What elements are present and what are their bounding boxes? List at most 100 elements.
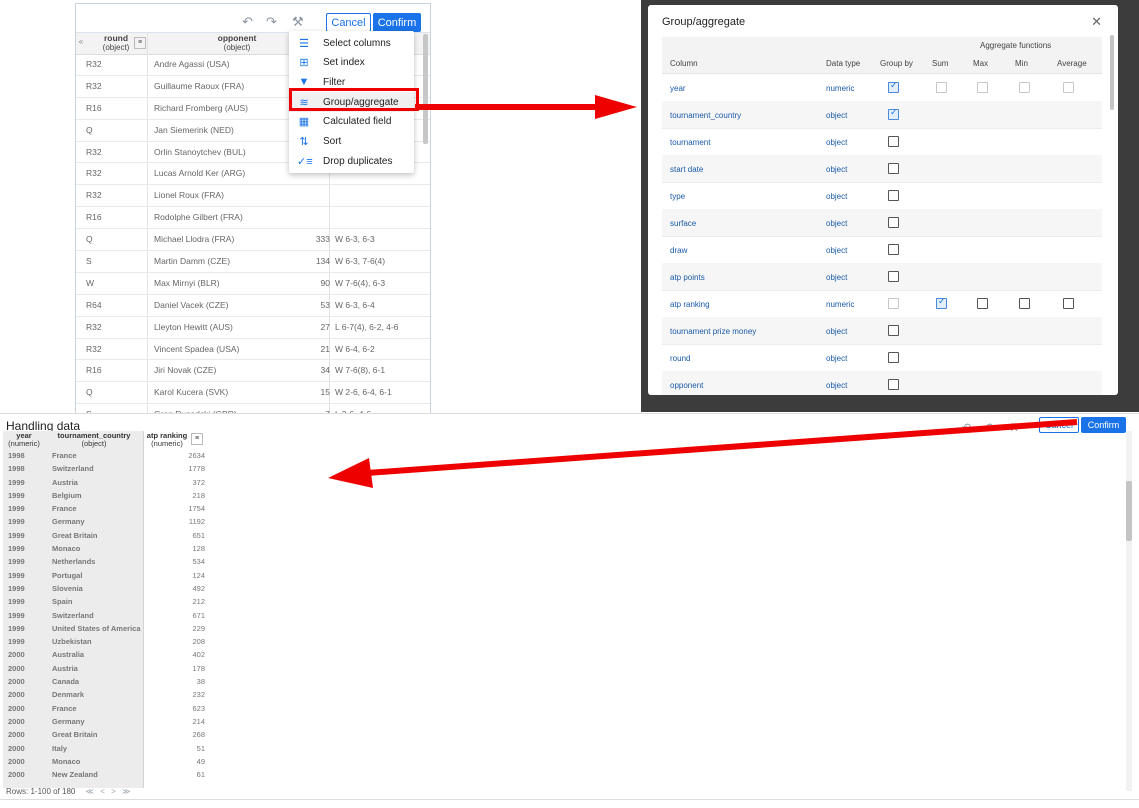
table-row[interactable]: 2000 Australia 402 — [3, 648, 207, 661]
table-row[interactable]: 2000 Monaco 49 — [3, 755, 207, 768]
table-row[interactable]: 1999 Spain 212 — [3, 595, 207, 608]
scrollbar-thumb[interactable] — [1126, 481, 1132, 541]
header-min: Min — [1015, 59, 1028, 68]
group-by-checkbox[interactable] — [888, 325, 899, 336]
table-row[interactable]: R64 Daniel Vacek (CZE) 53 W 6-3, 6-4 — [76, 295, 430, 317]
max-checkbox[interactable] — [977, 298, 988, 309]
scrollbar[interactable] — [423, 34, 428, 144]
table-row[interactable]: 1999 Great Britain 651 — [3, 529, 207, 542]
round-cell: W — [86, 277, 95, 288]
scrollbar[interactable] — [1126, 431, 1132, 791]
table-row[interactable]: 2000 Germany 214 — [3, 715, 207, 728]
table-row[interactable]: Q Michael Llodra (FRA) 333 W 6-3, 6-3 — [76, 229, 430, 252]
confirm-button[interactable]: Confirm — [373, 13, 421, 32]
expand-icon[interactable]: « — [76, 37, 86, 46]
undo-icon[interactable]: ↶ — [242, 14, 253, 30]
table-row[interactable]: 2000 Canada 38 — [3, 675, 207, 688]
confirm-button[interactable]: Confirm — [1081, 417, 1126, 433]
table-row[interactable]: 1999 Slovenia 492 — [3, 582, 207, 595]
ranking-cell: 51 — [196, 743, 205, 753]
column-header-year[interactable]: year (numeric) — [3, 432, 45, 447]
redo-icon[interactable]: ↷ — [266, 14, 277, 30]
ranking-cell: 49 — [196, 756, 205, 766]
group-by-checkbox[interactable] — [888, 190, 899, 201]
table-body: 1998 France 2634 1998 Switzerland 1778 1999 Aus… — [3, 449, 207, 781]
sort-icon[interactable]: ≡ — [134, 37, 146, 49]
group-by-checkbox[interactable] — [888, 217, 899, 228]
group-by-checkbox[interactable] — [888, 136, 899, 147]
table-row[interactable]: 1998 Switzerland 1778 — [3, 462, 207, 475]
sum-checkbox[interactable] — [936, 296, 947, 309]
table-row[interactable]: R32 Lionel Roux (FRA) — [76, 185, 430, 208]
country-cell: United States of America — [52, 623, 141, 633]
sort-icon[interactable]: ≡ — [191, 433, 203, 445]
column-header-atp-ranking[interactable]: atp ranking (numeric) — [145, 432, 189, 447]
table-row[interactable]: 1999 United States of America 229 — [3, 622, 207, 635]
menu-item-set-index[interactable]: ⊞ Set index — [289, 53, 414, 73]
table-row[interactable]: 2000 Great Britain 268 — [3, 728, 207, 741]
table-row[interactable]: 1999 Austria 372 — [3, 476, 207, 489]
table-row[interactable]: 2000 Austria 178 — [3, 662, 207, 675]
group-by-checkbox[interactable] — [888, 379, 899, 390]
table-row[interactable]: 1998 France 2634 — [3, 449, 207, 462]
table-row[interactable]: 1999 Netherlands 534 — [3, 555, 207, 568]
table-row[interactable]: 2000 New Zealand 61 — [3, 768, 207, 781]
table-row[interactable]: W Max Mirnyi (BLR) 90 W 7-6(4), 6-3 — [76, 273, 430, 295]
table-row[interactable]: 1999 Belgium 218 — [3, 489, 207, 502]
table-row[interactable]: S Martin Damm (CZE) 134 W 6-3, 7-6(4) — [76, 251, 430, 273]
min-checkbox[interactable] — [1019, 298, 1030, 309]
table-row[interactable]: 1999 France 1754 — [3, 502, 207, 515]
column-row: tournament_country object — [662, 101, 1102, 129]
group-by-checkbox[interactable] — [888, 107, 899, 120]
group-by-checkbox[interactable] — [888, 244, 899, 255]
table-row[interactable]: 1999 Monaco 128 — [3, 542, 207, 555]
table-row[interactable]: 2000 France 623 — [3, 702, 207, 715]
year-cell: 1999 — [8, 610, 25, 620]
max-checkbox[interactable] — [977, 82, 988, 93]
min-checkbox[interactable] — [1019, 82, 1030, 93]
round-cell: Q — [86, 387, 93, 398]
group-by-checkbox[interactable] — [888, 80, 899, 93]
score-cell: W 7-6(4), 6-3 — [335, 277, 386, 288]
opponent-cell: Rodolphe Gilbert (FRA) — [154, 212, 243, 223]
table-row[interactable]: Q Karol Kucera (SVK) 15 W 2-6, 6-4, 6-1 — [76, 382, 430, 405]
avg-checkbox[interactable] — [1063, 82, 1074, 93]
group-by-checkbox[interactable] — [888, 271, 899, 282]
opponent-cell: Lucas Arnold Ker (ARG) — [154, 168, 246, 179]
score-cell: W 6-3, 6-3 — [335, 234, 375, 245]
menu-item-drop-duplicates[interactable]: ✓≡ Drop duplicates — [289, 151, 414, 171]
cancel-button[interactable]: Cancel — [326, 13, 371, 32]
table-row[interactable]: 1999 Switzerland 671 — [3, 609, 207, 622]
table-row[interactable]: R16 Jiri Novak (CZE) 34 W 7-6(8), 6-1 — [76, 360, 430, 383]
table-row[interactable]: R16 Rodolphe Gilbert (FRA) — [76, 207, 430, 230]
round-cell: R16 — [86, 212, 102, 223]
opponent-cell: Daniel Vacek (CZE) — [154, 299, 229, 310]
group-by-checkbox[interactable] — [888, 163, 899, 174]
sum-checkbox[interactable] — [936, 82, 947, 93]
table-row[interactable]: 1999 Germany 1192 — [3, 515, 207, 528]
country-cell: Switzerland — [52, 464, 94, 474]
table-row[interactable]: 2000 Denmark 232 — [3, 688, 207, 701]
avg-checkbox[interactable] — [1063, 298, 1074, 309]
ranking-cell: 90 — [320, 277, 330, 288]
close-icon[interactable]: ✕ — [1091, 14, 1102, 30]
table-row[interactable]: R32 Vincent Spadea (USA) 21 W 6-4, 6-2 — [76, 339, 430, 361]
group-by-checkbox[interactable] — [888, 352, 899, 363]
column-header-tournament-country[interactable]: tournament_country (object) — [45, 432, 143, 447]
group-by-checkbox[interactable] — [888, 298, 899, 309]
year-cell: 2000 — [8, 650, 25, 660]
country-cell: Denmark — [52, 690, 85, 700]
page-navigation[interactable]: ≪ < > ≫ — [86, 787, 133, 796]
menu-item-calculated-field[interactable]: ▦ Calculated field — [289, 112, 414, 132]
ranking-cell: 651 — [192, 530, 205, 540]
table-row[interactable]: 1999 Uzbekistan 208 — [3, 635, 207, 648]
magic-wand-icon[interactable]: ⚒ — [292, 14, 304, 30]
menu-item-sort[interactable]: ⇅ Sort — [289, 132, 414, 152]
table-row[interactable]: R32 Lleyton Hewitt (AUS) 27 L 6-7(4), 6-2, … — [76, 317, 430, 339]
scrollbar[interactable] — [1110, 35, 1114, 110]
menu-item-select-columns[interactable]: ☰ Select columns — [289, 33, 414, 53]
table-row[interactable]: 1999 Portugal 124 — [3, 569, 207, 582]
year-cell: 1998 — [8, 464, 25, 474]
ranking-cell: 402 — [192, 650, 205, 660]
table-row[interactable]: 2000 Italy 51 — [3, 742, 207, 755]
